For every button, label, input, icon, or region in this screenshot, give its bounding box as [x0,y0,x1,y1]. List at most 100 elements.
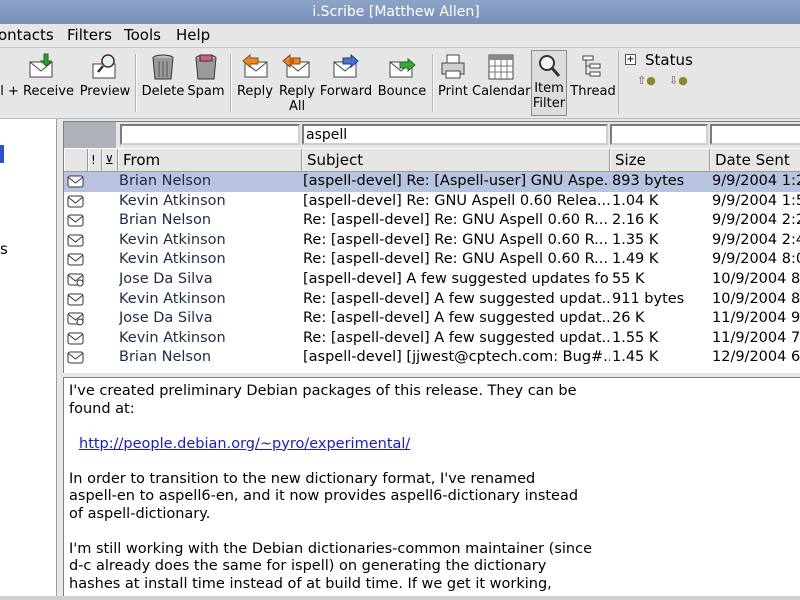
table-row[interactable]: Kevin Atkinson [aspell-devel] Re: GNU As… [64,192,800,212]
reply-all-label-2: All [288,99,306,114]
toolbar-separator [432,54,434,112]
thread-label: Thread [570,84,616,99]
message-subject: Re: [aspell-devel] A few suggested updat… [303,290,610,307]
reply-button[interactable]: Reply [234,50,276,116]
preview-button[interactable]: Preview [78,50,132,116]
message-from: Kevin Atkinson [119,231,226,248]
table-row[interactable]: Jose Da Silva Re: [aspell-devel] A few s… [64,309,800,329]
item-filter-button[interactable]: Item Filter [531,50,567,116]
receive-button[interactable]: + Receive [8,50,74,116]
forward-button[interactable]: Forward [318,50,374,116]
reply-label: Reply [236,84,273,99]
reply-all-button[interactable]: Reply All [276,50,318,116]
preview-line: I've created preliminary Debian packages… [69,383,577,399]
message-date: 11/9/2004 9:5 [712,310,800,327]
message-size: 1.04 K [612,192,659,209]
envelope-attachment-icon [67,273,84,287]
from-filter-input[interactable] [120,124,300,145]
envelope-icon [67,195,84,208]
thread-button[interactable]: Thread [570,50,616,116]
preview-blank-line [69,418,789,436]
envelope-icon [67,234,84,247]
message-from: Kevin Atkinson [119,290,226,307]
message-date: 10/9/2004 8:2 [712,270,800,287]
message-from: Jose Da Silva [119,310,213,327]
print-button[interactable]: Print [436,50,470,116]
message-from: Brian Nelson [119,349,212,366]
message-size: 1.49 K [612,251,659,268]
icon-column-header[interactable] [64,149,88,171]
size-filter-input[interactable] [610,124,708,145]
bounce-label: Bounce [377,84,427,99]
status-label: Status [645,51,693,69]
message-size: 2.16 K [612,212,659,229]
preview-body: I've created preliminary Debian packages… [69,383,789,593]
envelope-icon [67,293,84,306]
table-row[interactable]: Kevin Atkinson Re: [aspell-devel] Re: GN… [64,231,800,251]
message-date: 9/9/2004 2:4 [712,231,800,248]
menu-tools[interactable]: Tools [124,26,161,44]
table-row[interactable]: Brian Nelson [aspell-devel] Re: [Aspell-… [64,172,800,192]
message-size: 1.35 K [612,231,659,248]
table-row[interactable]: Jose Da Silva [aspell-devel] A few sugge… [64,270,800,290]
spam-icon [195,54,217,80]
toolbar-cut-label: l [0,84,4,99]
status-up-icon: ⇧● [637,74,656,87]
message-date: 9/9/2004 1:5 [712,192,800,209]
receive-label: + Receive [8,84,74,99]
item-filter-label-2: Filter [532,96,566,111]
message-size: 1.45 K [612,349,659,366]
table-row[interactable]: Kevin Atkinson Re: [aspell-devel] A few … [64,329,800,349]
table-row[interactable]: Brian Nelson [aspell-devel] [jjwest@cpte… [64,348,800,368]
preview-blank-line [69,523,789,541]
message-subject: Re: [aspell-devel] Re: GNU Aspell 0.60 R… [303,251,608,268]
from-column-header[interactable]: From [118,149,302,171]
reply-all-icon [282,53,310,78]
date-filter-input[interactable] [710,124,800,145]
message-list: ! ⊻ From Subject Size Date Sent Brian Ne… [63,121,800,373]
table-row[interactable]: Kevin Atkinson Re: [aspell-devel] A few … [64,290,800,310]
priority-column-header[interactable]: ! [88,149,102,171]
flag-column-header[interactable]: ⊻ [102,149,118,171]
menu-help[interactable]: Help [176,26,210,44]
menu-contacts[interactable]: ontacts [0,26,54,44]
menu-filters[interactable]: Filters [67,26,112,44]
delete-button[interactable]: Delete [140,50,186,116]
message-from: Kevin Atkinson [119,329,226,346]
size-column-header[interactable]: Size [610,149,710,171]
spam-button[interactable]: Spam [186,50,226,116]
message-subject: Re: [aspell-devel] A few suggested updat… [303,329,610,346]
folder-selection-indicator [0,145,4,163]
reply-icon [242,53,268,78]
message-subject: [aspell-devel] A few suggested updates f… [303,270,610,287]
message-date: 9/9/2004 1:2 [712,173,800,189]
envelope-icon [67,253,84,266]
message-subject: [aspell-devel] Re: [Aspell-user] GNU Asp… [303,173,610,189]
date-column-header[interactable]: Date Sent [710,149,800,171]
toolbar-cut-button[interactable]: l [0,50,6,116]
folder-item-fragment[interactable]: s [0,240,8,258]
table-row[interactable]: Kevin Atkinson Re: [aspell-devel] Re: GN… [64,250,800,270]
message-size: 893 bytes [612,173,685,189]
subject-filter-input[interactable] [302,124,608,145]
preview-line: hashes at install time instead of at bui… [69,575,552,592]
calendar-label: Calendar [472,84,531,99]
message-date: 9/9/2004 8:0 [712,251,800,268]
receive-icon [29,53,53,78]
filter-row-spacer [64,122,116,148]
subject-column-header[interactable]: Subject [302,149,610,171]
expand-icon[interactable]: + [625,54,636,65]
envelope-icon [67,175,84,188]
window-title-bar[interactable]: i.Scribe [Matthew Allen] [0,0,800,24]
column-header-row: ! ⊻ From Subject Size Date Sent [64,149,800,172]
bounce-button[interactable]: Bounce [376,50,428,116]
envelope-icon [67,332,84,345]
preview-line: aspell-en to aspell6-en, and it now prov… [69,488,579,504]
menu-bar: ontacts Filters Tools Help [0,24,800,48]
folder-panel[interactable]: s [0,119,57,596]
message-preview[interactable]: I've created preliminary Debian packages… [63,377,800,597]
calendar-button[interactable]: Calendar [472,50,530,116]
table-row[interactable]: Brian Nelson Re: [aspell-devel] Re: GNU … [64,211,800,231]
preview-link[interactable]: http://people.debian.org/~pyro/experimen… [79,436,410,454]
preview-line: of aspell-dictionary. [69,505,211,522]
